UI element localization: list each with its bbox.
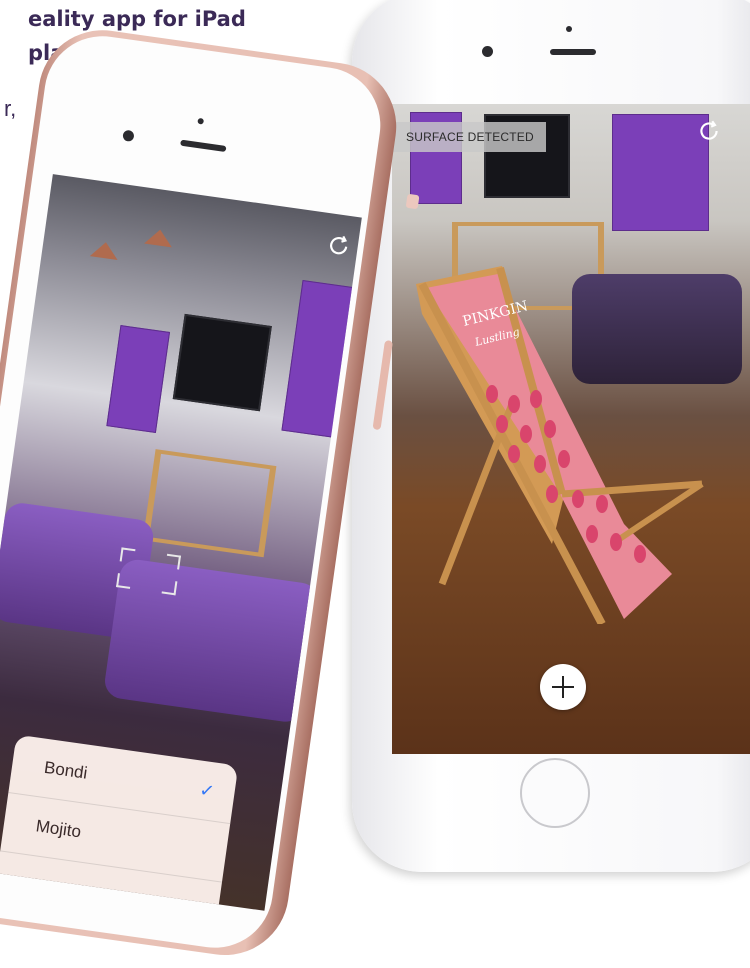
checkmark-icon: ✓ (198, 779, 216, 802)
home-button[interactable] (520, 758, 590, 828)
proximity-sensor (566, 26, 572, 32)
promo-subtext: r, (4, 96, 17, 121)
add-object-button[interactable] (540, 664, 586, 710)
phone-white: SURFACE DETECTED PINKGIN Lustling (352, 0, 750, 872)
wall-tv (172, 313, 272, 412)
surface-focus-square (116, 547, 182, 596)
refresh-icon[interactable] (696, 118, 722, 144)
wooden-shelf (142, 449, 277, 558)
wall-poster (106, 325, 171, 434)
pendant-lamp (144, 227, 175, 248)
menu-item-label: Mojito (34, 816, 83, 842)
menu-item-label: Bondi (42, 757, 89, 783)
deck-chair-ar-model[interactable]: PINKGIN Lustling (402, 254, 712, 624)
phone-rose-gold: Bondi ✓ Mojito Curve 30 (0, 22, 420, 964)
ar-camera-view-right[interactable]: SURFACE DETECTED PINKGIN Lustling (392, 104, 750, 754)
front-camera (482, 46, 493, 57)
earpiece-speaker (550, 49, 596, 55)
ar-camera-view-left[interactable]: Bondi ✓ Mojito Curve 30 (0, 174, 362, 911)
pendant-lamp (89, 240, 120, 260)
surface-detected-badge: SURFACE DETECTED (392, 122, 546, 152)
whiteboard-purple (612, 114, 709, 231)
mute-switch (405, 193, 420, 210)
refresh-icon[interactable] (324, 231, 353, 260)
